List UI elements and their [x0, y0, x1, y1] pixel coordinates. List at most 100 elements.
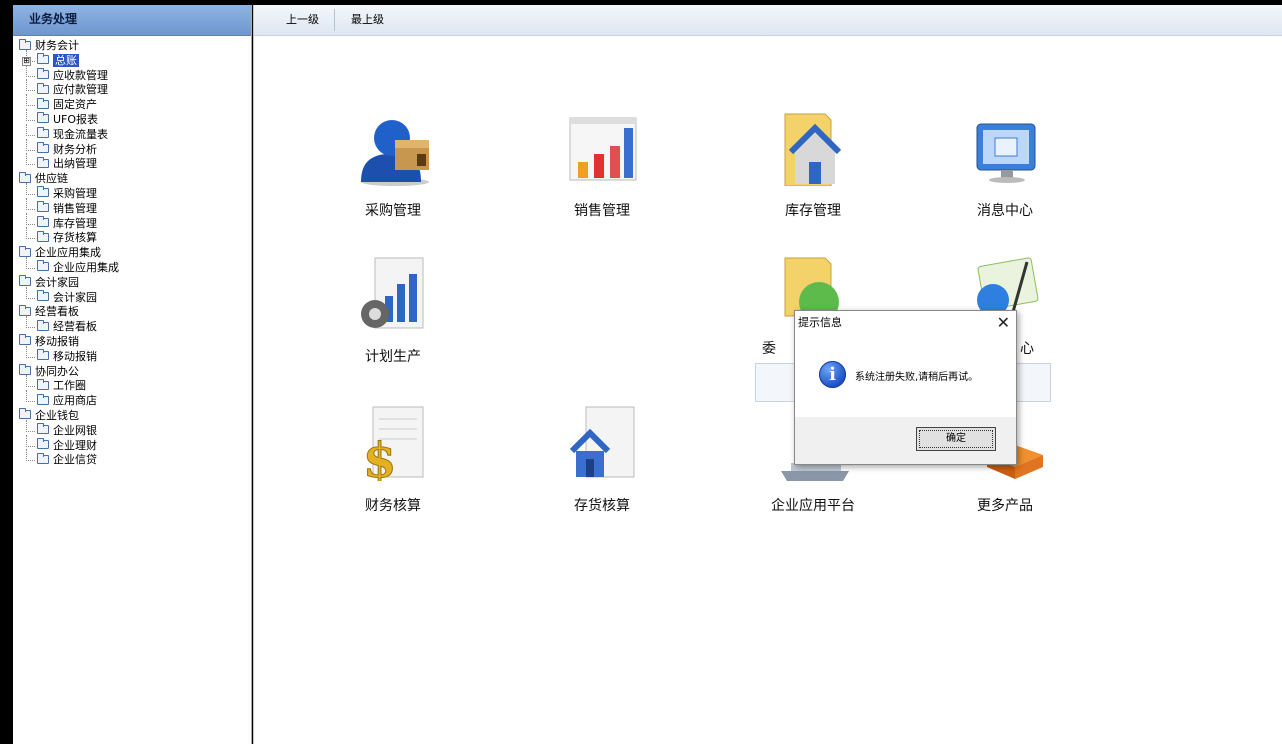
- tree-item[interactable]: 存货核算: [13, 227, 251, 246]
- purchase-person-box-icon: [355, 110, 431, 186]
- folder-icon: [37, 216, 49, 228]
- sales-bar-chart-icon: [564, 110, 640, 186]
- folder-icon: [37, 112, 49, 124]
- tree-item[interactable]: 移动报销: [13, 334, 251, 350]
- folder-icon: [19, 334, 31, 346]
- ok-button[interactable]: 确定: [916, 427, 996, 451]
- folder-icon: [37, 68, 49, 80]
- tree-item[interactable]: 应付款管理: [13, 79, 251, 98]
- tree-item-label: 应收款管理: [53, 68, 108, 82]
- tree-item-label: 总账: [53, 53, 79, 67]
- tree-item[interactable]: 企业应用集成: [13, 257, 251, 276]
- folder-icon: [19, 275, 31, 287]
- tree-item-label: 经营看板: [35, 305, 79, 319]
- tree-item[interactable]: 企业应用集成: [13, 245, 251, 261]
- folder-icon: [19, 245, 31, 257]
- folder-icon: [37, 290, 49, 302]
- folder-icon: [37, 127, 49, 139]
- folder-icon: [37, 82, 49, 94]
- app-inventory-label: 库存管理: [785, 203, 841, 219]
- folder-icon: [37, 230, 49, 242]
- app-sales[interactable]: 销售管理: [527, 110, 677, 220]
- tree-item[interactable]: 销售管理: [13, 197, 251, 217]
- folder-icon: [37, 423, 49, 435]
- tree-item-label: UFO报表: [53, 112, 99, 126]
- tree-item[interactable]: 企业信贷: [13, 449, 251, 468]
- tree-item-label: 企业信贷: [53, 453, 97, 467]
- folder-icon: [37, 201, 49, 213]
- tree-item-label: 移动报销: [53, 349, 97, 363]
- tree-item-label: 采购管理: [53, 186, 97, 200]
- tree-item[interactable]: 会计家园: [13, 286, 251, 306]
- app-planning-label: 计划生产: [365, 349, 421, 365]
- tree-item-label: 应付款管理: [53, 83, 108, 97]
- tree-item-label: 经营看板: [53, 320, 97, 334]
- tree-item[interactable]: ⊞ 总账: [13, 49, 251, 69]
- tree-item[interactable]: 企业钱包: [13, 408, 251, 424]
- tree-item[interactable]: 经营看板: [13, 316, 251, 335]
- tree-item-label: 工作圈: [53, 379, 86, 393]
- finance-dollar-icon: $: [355, 405, 431, 490]
- tree-item-label: 会计家园: [53, 290, 97, 304]
- tree-item[interactable]: 协同办公: [13, 364, 251, 380]
- business-nav-panel: 业务处理 财务会计 ⊞ 总账 应收款管理 应付款管理 固定资产 UFO报表 现金流量表 财务分析…: [13, 5, 252, 744]
- app-planning[interactable]: 计划生产: [318, 256, 468, 366]
- folder-icon: [19, 408, 31, 420]
- tree-item-label: 财务分析: [53, 142, 97, 156]
- tree-item-label: 出纳管理: [53, 157, 97, 171]
- folder-icon: [19, 304, 31, 316]
- tree-item[interactable]: 库存管理: [13, 212, 251, 232]
- tree-item[interactable]: 固定资产: [13, 94, 251, 113]
- folder-icon: [37, 438, 49, 450]
- tree-item[interactable]: UFO报表: [13, 109, 251, 128]
- tree-item-label: 现金流量表: [53, 127, 108, 141]
- toolbar: 上一级 最上级: [254, 5, 1282, 36]
- tree-item[interactable]: 应用商店: [13, 390, 251, 409]
- tree-item[interactable]: 出纳管理: [13, 153, 251, 172]
- tree-item-label: 固定资产: [53, 98, 97, 112]
- tree-item[interactable]: 工作圈: [13, 375, 251, 394]
- folder-icon: [19, 171, 31, 183]
- toolbar-separator: [334, 9, 335, 31]
- tree-item[interactable]: 供应链: [13, 171, 251, 187]
- dialog-message: 系统注册失败,请稍后再试。: [855, 372, 979, 383]
- tree-item[interactable]: 企业网银: [13, 419, 251, 439]
- tree-item-label: 库存管理: [53, 216, 97, 230]
- tree-item-label: 销售管理: [53, 201, 97, 215]
- folder-icon: [37, 186, 49, 198]
- tree-item[interactable]: 会计家园: [13, 275, 251, 291]
- tree-item-label: 会计家园: [35, 275, 79, 289]
- dialog-title: 提示信息: [798, 316, 842, 329]
- up-level-button[interactable]: 上一级: [286, 5, 319, 35]
- app-finance[interactable]: $ 财务核算: [318, 405, 468, 515]
- tree-item[interactable]: 财务分析: [13, 138, 251, 158]
- app-purchase[interactable]: 采购管理: [318, 110, 468, 220]
- tree-item-label: 企业钱包: [35, 408, 79, 422]
- app-sales-label: 销售管理: [574, 203, 630, 219]
- tree-item[interactable]: 采购管理: [13, 183, 251, 202]
- tree-item[interactable]: 企业理财: [13, 434, 251, 454]
- planning-chart-gear-icon: [355, 256, 431, 332]
- tree-item[interactable]: 现金流量表: [13, 123, 251, 143]
- dialog-titlebar: 提示信息 ✕: [795, 311, 1016, 335]
- close-icon[interactable]: ✕: [997, 311, 1010, 335]
- folder-icon: [37, 97, 49, 109]
- tree-item[interactable]: 移动报销: [13, 345, 251, 365]
- app-finance-label: 财务核算: [365, 498, 421, 514]
- tree-item[interactable]: 经营看板: [13, 304, 251, 320]
- top-level-button[interactable]: 最上级: [351, 5, 384, 35]
- folder-icon: [37, 142, 49, 154]
- app-stock-accounting[interactable]: 存货核算: [527, 405, 677, 515]
- tree-item[interactable]: 财务会计: [13, 38, 251, 54]
- info-icon: i: [819, 361, 846, 388]
- dialog-body: i 系统注册失败,请稍后再试。: [795, 335, 1016, 417]
- stock-house-document-icon: [564, 405, 640, 481]
- app-enterprise-platform-label: 企业应用平台: [771, 498, 855, 514]
- app-inventory[interactable]: 库存管理: [738, 110, 888, 220]
- tree-item-label: 协同办公: [35, 364, 79, 378]
- tree-item[interactable]: 应收款管理: [13, 64, 251, 84]
- app-message-center[interactable]: 消息中心: [930, 110, 1080, 220]
- tree-item-label: 财务会计: [35, 39, 79, 52]
- folder-icon: [37, 156, 49, 168]
- tree-item-label: 企业应用集成: [53, 260, 119, 274]
